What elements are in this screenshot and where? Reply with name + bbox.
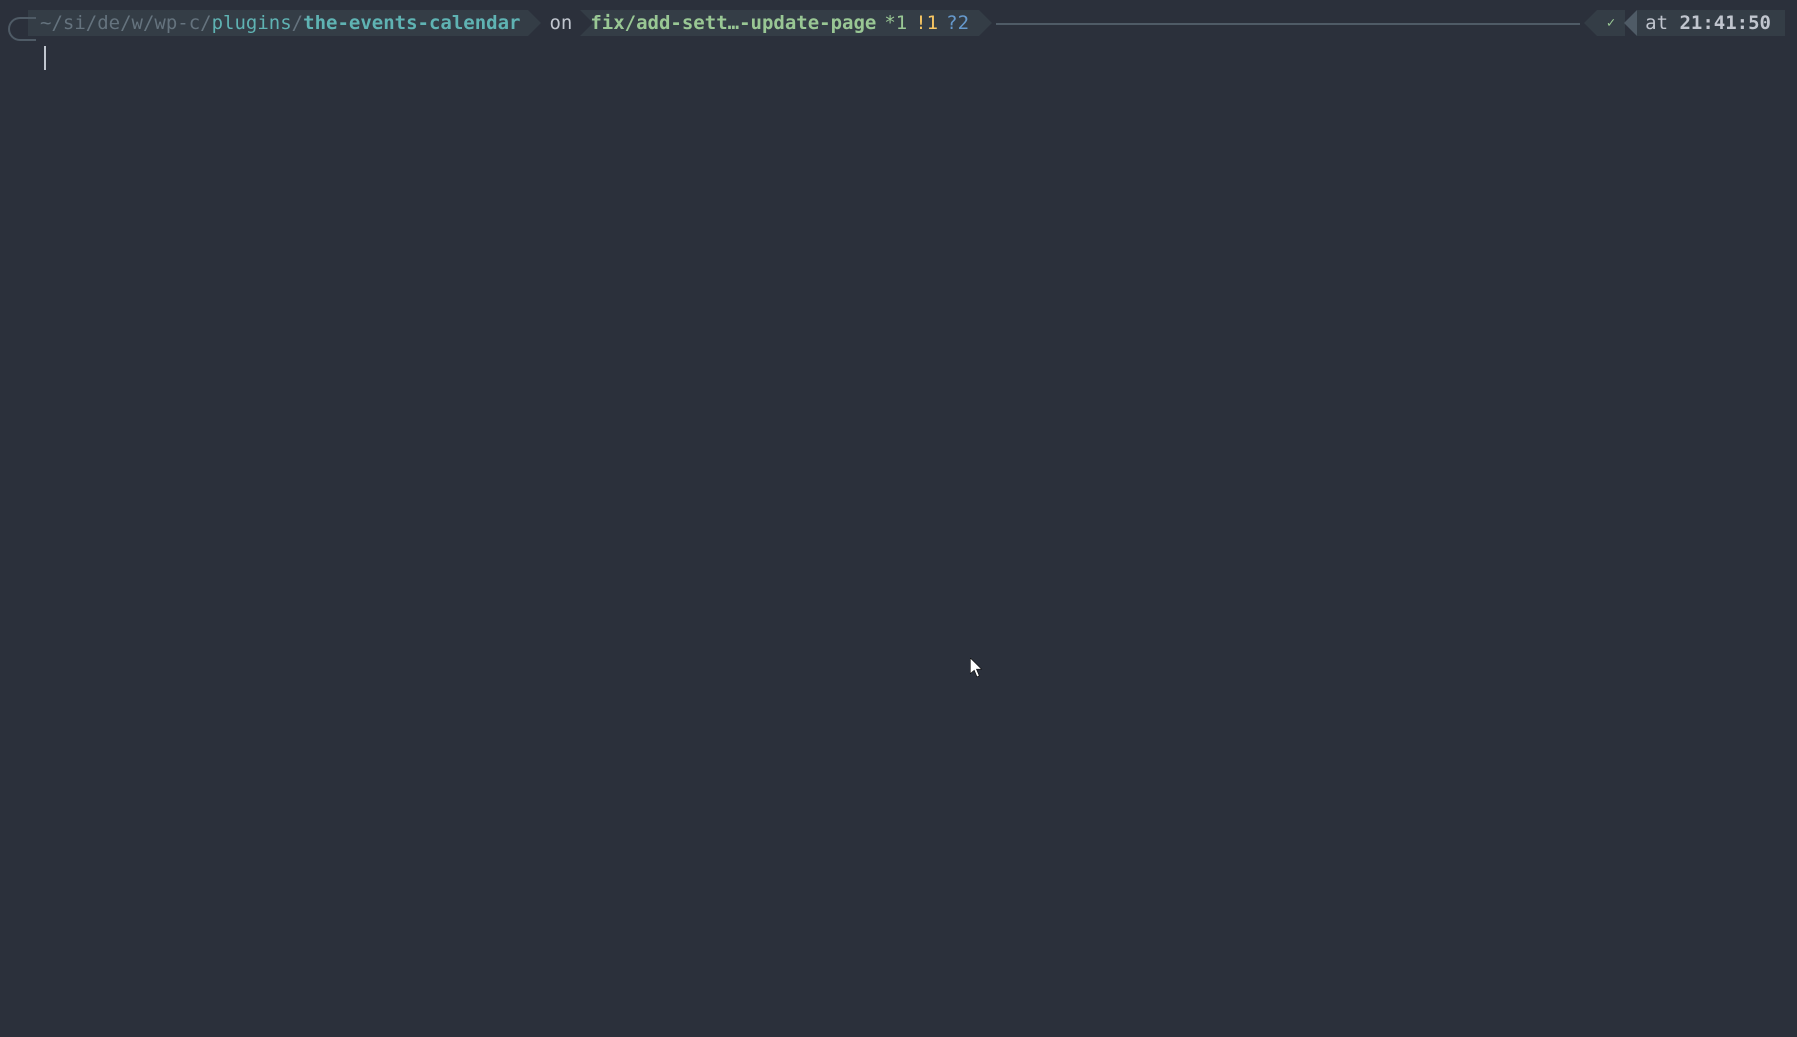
- prompt-start-decoration: [8, 17, 36, 41]
- chevron-left-icon: [1624, 10, 1637, 36]
- git-untracked-count: ?2: [938, 12, 969, 34]
- path-sep: /: [292, 12, 303, 34]
- path-segment: ~/si/de/w/wp-c/plugins/the-events-calend…: [28, 10, 528, 36]
- chevron-right-icon: [580, 10, 593, 36]
- prompt-filler-line: [996, 23, 1580, 25]
- chevron-right-icon: [528, 10, 541, 36]
- path-dir: plugins: [212, 12, 292, 34]
- git-staged-count: *1: [876, 12, 907, 34]
- git-branch-segment: fix/add-sett…-update-page *1 !1 ?2: [580, 10, 979, 36]
- chevron-right-icon: [979, 10, 992, 36]
- time-value: 21:41:50: [1679, 12, 1771, 34]
- git-modified-count: !1: [907, 12, 938, 34]
- on-label: on: [541, 12, 580, 34]
- path-prefix: ~/si/de/w/wp-c/: [40, 12, 212, 34]
- shell-prompt-line: ~/si/de/w/wp-c/plugins/the-events-calend…: [0, 0, 1797, 34]
- time-segment: at 21:41:50: [1637, 10, 1785, 36]
- at-label: at: [1645, 12, 1668, 34]
- checkmark-icon: ✓: [1607, 15, 1615, 31]
- chevron-left-icon: [1584, 10, 1597, 36]
- git-branch-name: fix/add-sett…-update-page: [590, 12, 876, 34]
- path-current: the-events-calendar: [303, 12, 520, 34]
- mouse-pointer-icon: [969, 658, 985, 683]
- status-segment: ✓: [1597, 10, 1625, 36]
- terminal-cursor[interactable]: [44, 46, 46, 70]
